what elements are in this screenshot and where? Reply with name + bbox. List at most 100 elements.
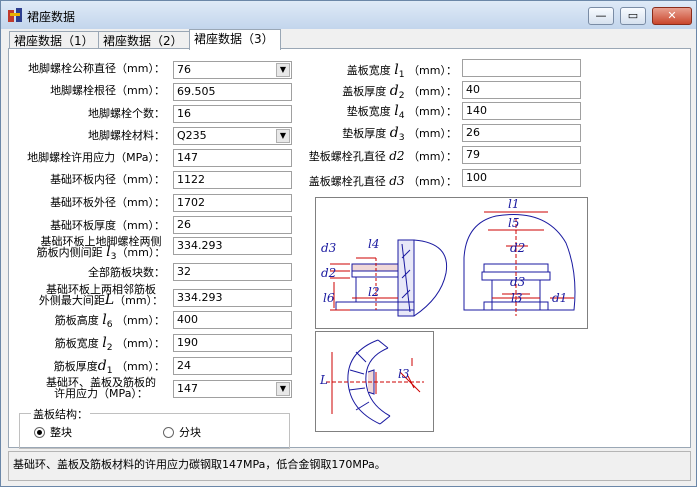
main-window: 裙座数据 — ▭ ✕ 裙座数据（1） 裙座数据（2） 裙座数据（3） 地脚螺栓公… (0, 0, 697, 487)
cover-thick-field[interactable]: 40 (462, 81, 581, 99)
rib-thick-label: 筋板厚度d1 （mm）： (54, 358, 165, 377)
pad-width-sub: 4 (398, 110, 405, 122)
tab-skirt-data-2[interactable]: 裙座数据（2） (98, 31, 190, 49)
bolt-allow-stress-field[interactable]: 147 (173, 149, 292, 167)
dim-label-l2: l2 (368, 285, 379, 299)
pad-thick-label: 垫板厚度 d3 （mm）： (342, 125, 457, 144)
bolt-root-dia-field[interactable]: 69.505 (173, 83, 292, 101)
pad-width-text: 垫板宽度 (346, 105, 391, 118)
allow-stress-label: 基础环、盖板及筋板的 许用应力（MPa）： (31, 377, 171, 399)
bolt-count-label: 地脚螺栓个数： (88, 107, 165, 120)
pad-width-label: 垫板宽度 l4 （mm）： (346, 104, 457, 122)
pad-hole-text: 垫板螺栓孔直径 (308, 150, 386, 163)
cover-thick-symbol: d (389, 83, 399, 99)
rib-thick-sub: 1 (106, 365, 113, 377)
cover-width-field[interactable] (462, 59, 581, 77)
dim-label-l4: l4 (368, 237, 379, 251)
dim-label-d3-front: d3 (510, 275, 526, 289)
pad-thick-text: 垫板厚度 (342, 127, 387, 140)
ring-thick-label: 基础环板厚度（mm）： (50, 219, 165, 232)
ring-thick-field[interactable]: 26 (173, 216, 292, 234)
bolt-count-field[interactable]: 16 (173, 105, 292, 123)
pad-thick-symbol: d (389, 125, 399, 141)
maximize-button[interactable]: ▭ (620, 7, 646, 25)
bolt-diameter-select[interactable]: 76 ▼ (173, 61, 292, 79)
chevron-down-icon[interactable]: ▼ (276, 63, 290, 77)
cover-thick-unit: （mm）： (408, 85, 457, 98)
radio-whole-label[interactable]: 整块 (50, 426, 72, 439)
bolt-gap-field[interactable]: 334.293 (173, 237, 292, 255)
minimize-button[interactable]: — (588, 7, 614, 25)
dim-label-d3-side: d3 (321, 241, 337, 255)
rib-gap-unit: （mm）： (114, 294, 164, 307)
pad-thick-field[interactable]: 26 (462, 124, 581, 142)
chevron-down-icon[interactable]: ▼ (276, 129, 290, 143)
pad-width-unit: （mm）： (408, 105, 457, 118)
tab-skirt-data-3[interactable]: 裙座数据（3） (189, 29, 281, 50)
rib-gap-line2: 外侧最大间距L（mm）： (31, 292, 171, 308)
cover-width-unit: （mm）： (408, 64, 457, 77)
dim-label-l3-front: l3 (511, 291, 523, 305)
cover-width-label: 盖板宽度 l1 （mm）： (347, 63, 457, 81)
dim-label-L: L (319, 373, 328, 387)
chevron-down-icon[interactable]: ▼ (276, 382, 290, 396)
bolt-material-select[interactable]: Q235 ▼ (173, 127, 292, 145)
rib-height-text: 筋板高度 (54, 314, 99, 327)
dim-label-d2-side: d2 (321, 266, 336, 280)
skirt-detail-diagram: d3 d2 l6 l4 l2 l1 l5 d2 d3 l3 d1 (315, 197, 588, 329)
pad-thick-unit: （mm）： (408, 127, 457, 140)
cover-hole-unit: （mm）： (408, 175, 457, 188)
rib-thick-field[interactable]: 24 (173, 357, 292, 375)
status-bar: 基础环、盖板及筋板材料的许用应力碳钢取147MPa，低合金钢取170MPa。 (8, 451, 691, 481)
ring-plan-drawing: L l3 (319, 339, 424, 425)
close-button[interactable]: ✕ (652, 7, 692, 25)
rib-height-field[interactable]: 400 (173, 311, 292, 329)
rib-height-unit: （mm）： (116, 314, 165, 327)
pad-width-field[interactable]: 140 (462, 102, 581, 120)
pad-hole-field[interactable]: 79 (462, 146, 581, 164)
cover-width-sub: 1 (398, 69, 405, 81)
allow-stress-select[interactable]: 147 ▼ (173, 380, 292, 398)
ring-plan-diagram: L l3 (315, 331, 434, 432)
bolt-gap-line2: 筋板内侧间距 l3（mm）： (31, 245, 171, 262)
cover-hole-field[interactable]: 100 (462, 169, 581, 187)
cover-thick-text: 盖板厚度 (342, 85, 387, 98)
cover-structure-title: 盖板结构： (31, 406, 90, 422)
rib-thick-symbol: d (97, 358, 107, 374)
cover-hole-symbol: d3 (389, 174, 405, 188)
bolt-material-value: Q235 (177, 129, 207, 142)
ring-outer-field[interactable]: 1702 (173, 194, 292, 212)
bolt-gap-label: 基础环板上地脚螺栓两侧 筋板内侧间距 l3（mm）： (31, 236, 171, 262)
cover-hole-text: 盖板螺栓孔直径 (308, 175, 386, 188)
rib-gap-label: 基础环板上两相邻筋板 外侧最大间距L（mm）： (31, 284, 171, 308)
dim-label-d1: d1 (552, 291, 567, 305)
bolt-diameter-value: 76 (177, 63, 191, 76)
rib-height-label: 筋板高度 l6 （mm）： (54, 313, 165, 331)
app-icon (8, 8, 22, 22)
window-title: 裙座数据 (27, 10, 76, 24)
allow-stress-line2: 许用应力（MPa）： (54, 387, 148, 400)
pad-hole-symbol: d2 (389, 149, 405, 163)
bolt-root-dia-label: 地脚螺栓根径（mm）： (50, 84, 165, 97)
dim-label-l1: l1 (508, 198, 519, 211)
pad-thick-sub: 3 (398, 132, 405, 144)
bolt-gap-text: 筋板内侧间距 (36, 246, 103, 259)
rib-gap-symbol: L (104, 292, 115, 308)
ring-inner-field[interactable]: 1122 (173, 171, 292, 189)
radio-segmented-label[interactable]: 分块 (179, 426, 201, 439)
skirt-detail-drawing: d3 d2 l6 l4 l2 l1 l5 d2 d3 l3 d1 (321, 198, 576, 317)
rib-thick-unit: （mm）： (116, 360, 165, 373)
rib-width-label: 筋板宽度 l2 （mm）： (55, 336, 165, 354)
rib-gap-field[interactable]: 334.293 (173, 289, 292, 307)
radio-whole[interactable] (34, 427, 45, 438)
rib-width-sub: 2 (106, 342, 113, 354)
bolt-material-label: 地脚螺栓材料： (88, 129, 165, 142)
radio-segmented[interactable] (163, 427, 174, 438)
ring-inner-label: 基础环板内径（mm）： (50, 173, 165, 186)
rib-count-field[interactable]: 32 (173, 263, 292, 281)
dim-label-l6: l6 (323, 291, 335, 305)
tab-skirt-data-1[interactable]: 裙座数据（1） (9, 31, 99, 49)
rib-count-label: 全部筋板块数： (88, 266, 165, 279)
rib-width-field[interactable]: 190 (173, 334, 292, 352)
allow-stress-value: 147 (177, 382, 198, 395)
